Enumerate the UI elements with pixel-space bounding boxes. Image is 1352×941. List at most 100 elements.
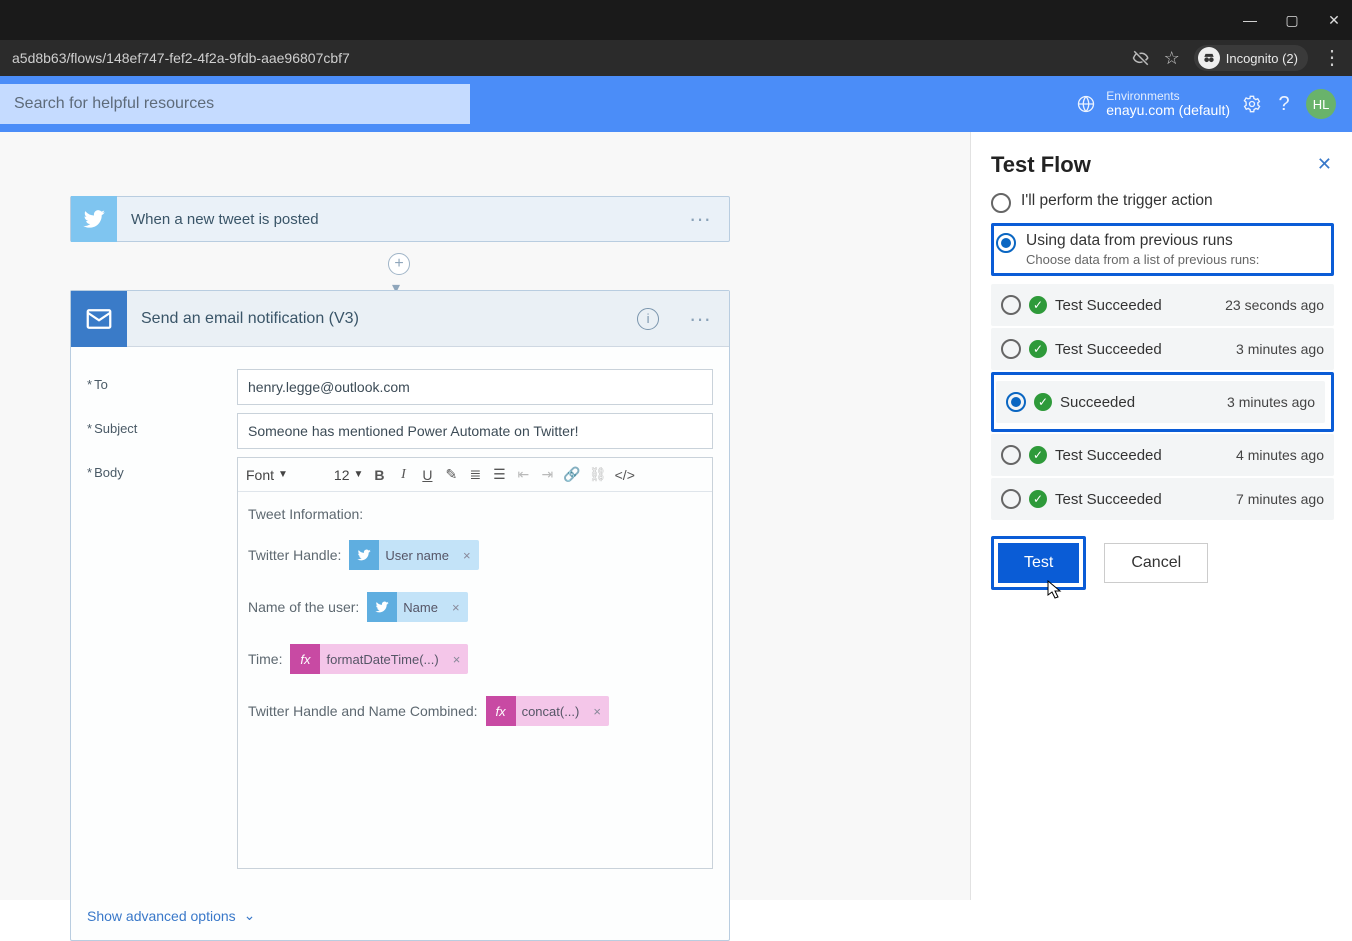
highlight-using-previous: Using data from previous runs Choose dat… bbox=[991, 223, 1334, 276]
run-time: 23 seconds ago bbox=[1225, 297, 1324, 313]
to-field[interactable] bbox=[237, 369, 713, 405]
outdent-button[interactable]: ⇤ bbox=[515, 466, 531, 483]
success-status-icon: ✓ bbox=[1029, 490, 1047, 508]
test-button[interactable]: Test bbox=[998, 543, 1079, 583]
run-label: Succeeded bbox=[1060, 394, 1219, 411]
radio-icon[interactable] bbox=[1006, 392, 1026, 412]
handle-label: Twitter Handle: bbox=[248, 547, 341, 563]
fx-icon: fx bbox=[290, 644, 320, 674]
browser-url[interactable]: a5d8b63/flows/148ef747-fef2-4f2a-9fdb-aa… bbox=[10, 50, 1118, 66]
close-panel-icon[interactable]: ✕ bbox=[1317, 154, 1332, 175]
run-time: 4 minutes ago bbox=[1236, 447, 1324, 463]
eye-off-icon[interactable] bbox=[1132, 49, 1150, 67]
environment-icon bbox=[1076, 94, 1096, 114]
settings-gear-icon[interactable] bbox=[1242, 94, 1270, 114]
radio-icon[interactable] bbox=[1001, 445, 1021, 465]
success-status-icon: ✓ bbox=[1029, 446, 1047, 464]
remove-token-icon[interactable]: × bbox=[455, 548, 479, 563]
environment-value: enayu.com (default) bbox=[1106, 103, 1230, 118]
add-step-button[interactable]: + bbox=[388, 253, 410, 275]
search-input[interactable] bbox=[0, 84, 470, 124]
show-advanced-options[interactable]: Show advanced options ⌄ bbox=[71, 897, 729, 940]
bookmark-star-icon[interactable]: ☆ bbox=[1164, 48, 1180, 69]
font-select[interactable]: Font▼ bbox=[246, 467, 288, 483]
ordered-list-button[interactable]: ≣ bbox=[467, 466, 483, 483]
success-status-icon: ✓ bbox=[1029, 296, 1047, 314]
subject-label: *Subject bbox=[87, 413, 237, 436]
bold-button[interactable]: B bbox=[371, 467, 387, 483]
indent-button[interactable]: ⇥ bbox=[539, 466, 555, 483]
environment-label: Environments bbox=[1106, 90, 1230, 103]
action-card-header[interactable]: Send an email notification (V3) i ··· bbox=[71, 291, 729, 347]
run-row[interactable]: ✓ Test Succeeded 3 minutes ago bbox=[991, 328, 1334, 370]
name-token[interactable]: Name × bbox=[367, 592, 467, 622]
option-previous-runs[interactable]: Using data from previous runs Choose dat… bbox=[996, 232, 1325, 267]
username-token[interactable]: User name × bbox=[349, 540, 478, 570]
flow-canvas: When a new tweet is posted ··· + ▾ Send … bbox=[0, 132, 970, 900]
run-row[interactable]: ✓ Test Succeeded 23 seconds ago bbox=[991, 284, 1334, 326]
radio-icon[interactable] bbox=[1001, 295, 1021, 315]
remove-token-icon[interactable]: × bbox=[585, 704, 609, 719]
run-time: 3 minutes ago bbox=[1236, 341, 1324, 357]
cursor-icon bbox=[1047, 580, 1063, 600]
run-row[interactable]: ✓ Succeeded 3 minutes ago bbox=[996, 381, 1325, 423]
run-row[interactable]: ✓ Test Succeeded 7 minutes ago bbox=[991, 478, 1334, 520]
unordered-list-button[interactable]: ☰ bbox=[491, 466, 507, 483]
trigger-title: When a new tweet is posted bbox=[117, 211, 671, 228]
to-label: *To bbox=[87, 369, 237, 392]
test-flow-panel: Test Flow ✕ I'll perform the trigger act… bbox=[970, 132, 1352, 900]
concat-expression-token[interactable]: fx concat(...) × bbox=[486, 696, 609, 726]
run-label: Test Succeeded bbox=[1055, 491, 1228, 508]
twitter-icon bbox=[349, 540, 379, 570]
unlink-button[interactable]: ⛓ bbox=[589, 466, 607, 483]
font-size-select[interactable]: 12▼ bbox=[334, 467, 363, 483]
italic-button[interactable]: I bbox=[395, 467, 411, 483]
run-time: 3 minutes ago bbox=[1227, 394, 1315, 410]
incognito-chip[interactable]: Incognito (2) bbox=[1194, 45, 1308, 71]
action-menu-icon[interactable]: ··· bbox=[671, 306, 729, 332]
environment-picker[interactable]: Environments enayu.com (default) bbox=[1076, 90, 1230, 119]
run-label: Test Succeeded bbox=[1055, 341, 1228, 358]
user-avatar[interactable]: HL bbox=[1306, 89, 1336, 119]
highlight-selected-run: ✓ Succeeded 3 minutes ago bbox=[991, 372, 1334, 432]
editor-body[interactable]: Tweet Information: Twitter Handle: User … bbox=[238, 492, 712, 868]
remove-token-icon[interactable]: × bbox=[444, 600, 468, 615]
app-header: Environments enayu.com (default) ? HL bbox=[0, 76, 1352, 132]
trigger-card[interactable]: When a new tweet is posted ··· bbox=[70, 196, 730, 242]
link-button[interactable]: 🔗 bbox=[563, 466, 580, 483]
editor-toolbar: Font▼ 12▼ B I U ✎ ≣ ☰ ⇤ ⇥ 🔗 ⛓ </> bbox=[238, 458, 712, 492]
trigger-menu-icon[interactable]: ··· bbox=[671, 206, 729, 232]
success-status-icon: ✓ bbox=[1029, 340, 1047, 358]
info-icon[interactable]: i bbox=[637, 308, 659, 330]
option-manual-trigger[interactable]: I'll perform the trigger action bbox=[991, 192, 1334, 213]
radio-icon[interactable] bbox=[1001, 489, 1021, 509]
action-card: Send an email notification (V3) i ··· *T… bbox=[70, 290, 730, 941]
color-button[interactable]: ✎ bbox=[443, 466, 459, 483]
body-editor[interactable]: Font▼ 12▼ B I U ✎ ≣ ☰ ⇤ ⇥ 🔗 ⛓ </> bbox=[237, 457, 713, 869]
underline-button[interactable]: U bbox=[419, 467, 435, 483]
remove-token-icon[interactable]: × bbox=[445, 652, 469, 667]
window-minimize-icon[interactable]: — bbox=[1240, 12, 1260, 28]
help-icon[interactable]: ? bbox=[1270, 93, 1298, 116]
window-restore-icon[interactable]: ▢ bbox=[1282, 12, 1302, 29]
radio-icon[interactable] bbox=[996, 233, 1016, 253]
radio-icon[interactable] bbox=[991, 193, 1011, 213]
subject-field[interactable] bbox=[237, 413, 713, 449]
browser-menu-icon[interactable]: ⋮ bbox=[1322, 48, 1342, 68]
previous-runs-list: ✓ Test Succeeded 23 seconds ago ✓ Test S… bbox=[991, 284, 1334, 520]
name-label: Name of the user: bbox=[248, 599, 359, 615]
browser-address-bar: a5d8b63/flows/148ef747-fef2-4f2a-9fdb-aa… bbox=[0, 40, 1352, 76]
cancel-button[interactable]: Cancel bbox=[1104, 543, 1208, 583]
highlight-test-button: Test bbox=[991, 536, 1086, 590]
twitter-icon bbox=[367, 592, 397, 622]
panel-title: Test Flow bbox=[991, 152, 1334, 178]
run-row[interactable]: ✓ Test Succeeded 4 minutes ago bbox=[991, 434, 1334, 476]
code-view-button[interactable]: </> bbox=[615, 467, 635, 483]
run-label: Test Succeeded bbox=[1055, 447, 1228, 464]
run-label: Test Succeeded bbox=[1055, 297, 1217, 314]
radio-icon[interactable] bbox=[1001, 339, 1021, 359]
time-expression-token[interactable]: fx formatDateTime(...) × bbox=[290, 644, 468, 674]
combined-label: Twitter Handle and Name Combined: bbox=[248, 703, 478, 719]
chevron-down-icon: ⌄ bbox=[244, 907, 256, 924]
window-close-icon[interactable]: ✕ bbox=[1324, 12, 1344, 29]
